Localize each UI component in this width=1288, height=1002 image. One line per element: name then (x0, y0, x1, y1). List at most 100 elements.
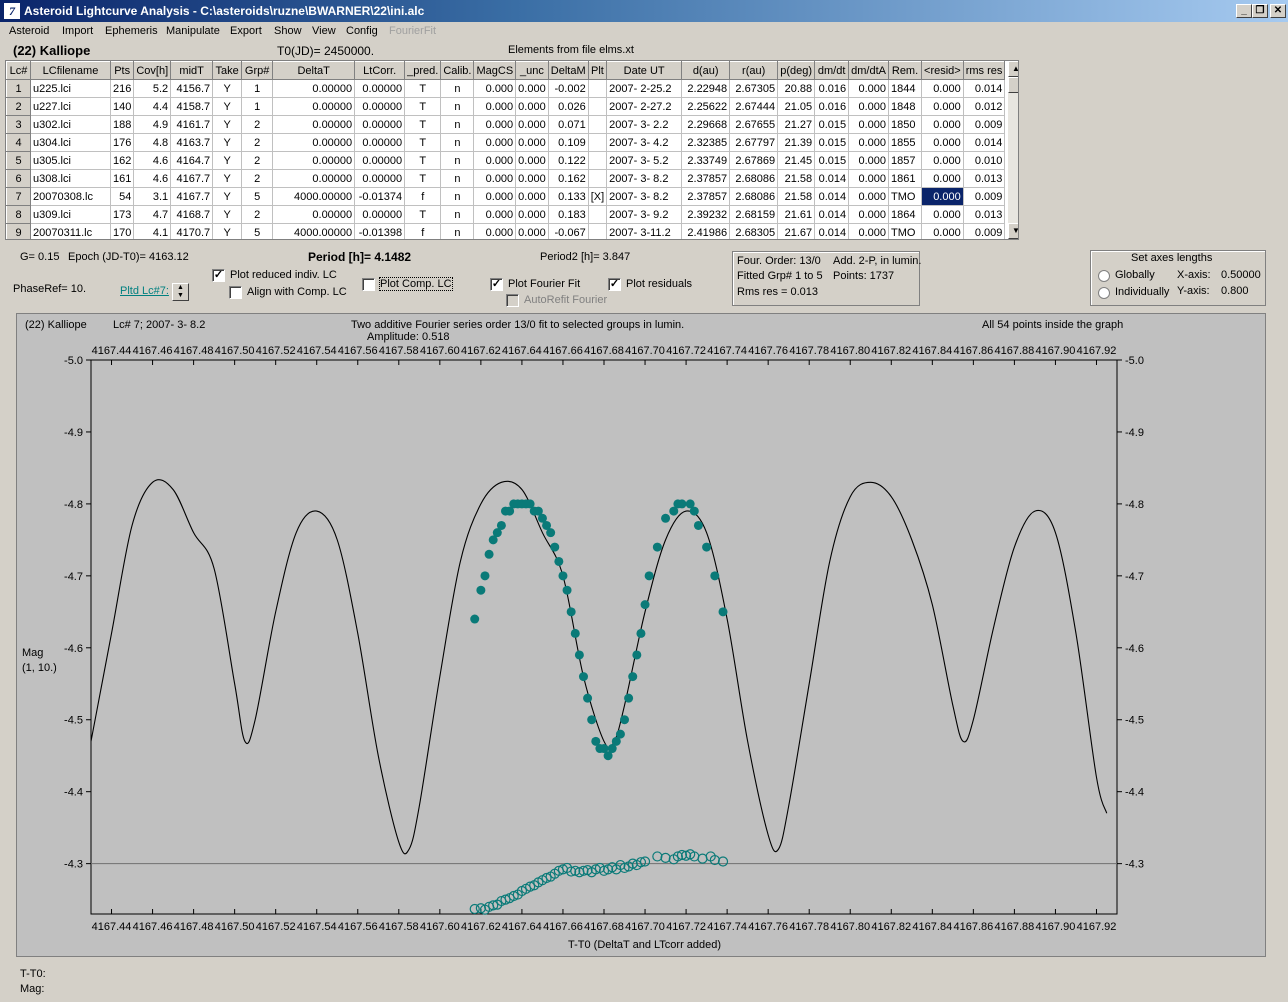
table-cell[interactable]: 0.162 (547, 169, 589, 188)
table-cell[interactable]: 216 (109, 79, 135, 98)
table-cell[interactable]: 0.00000 (272, 79, 356, 98)
row-header[interactable]: 6 (6, 169, 31, 188)
table-cell[interactable]: 2.25622 (681, 97, 731, 116)
table-cell[interactable]: T (404, 133, 442, 152)
table-cell[interactable]: 0.000 (921, 169, 964, 188)
column-header[interactable]: MagCS (473, 61, 517, 80)
table-cell[interactable]: T (404, 205, 442, 224)
table-cell[interactable]: 4161.7 (170, 115, 214, 134)
close-button[interactable]: ✕ (1270, 4, 1286, 18)
table-cell[interactable]: Y (212, 187, 243, 206)
table-cell[interactable]: 0.000 (921, 187, 964, 206)
menu-ephemeris[interactable]: Ephemeris (105, 25, 158, 37)
table-cell[interactable]: -0.067 (547, 223, 589, 239)
menu-export[interactable]: Export (230, 25, 262, 37)
xaxis-value[interactable]: 0.50000 (1221, 269, 1261, 281)
table-cell[interactable]: 4164.7 (170, 151, 214, 170)
column-header[interactable]: Take (212, 61, 243, 80)
menu-view[interactable]: View (312, 25, 336, 37)
column-header[interactable]: Plt (587, 61, 608, 80)
table-cell[interactable]: 5 (241, 187, 274, 206)
plot-fourier-checkbox[interactable]: ✓ (490, 278, 503, 291)
table-cell[interactable]: T (404, 97, 442, 116)
table-cell[interactable]: n (440, 133, 475, 152)
plot-reduced-checkbox[interactable]: ✓ (212, 269, 225, 282)
column-header[interactable]: Calib. (440, 61, 475, 80)
row-header[interactable]: 9 (6, 223, 31, 239)
table-cell[interactable]: Y (212, 151, 243, 170)
column-header[interactable]: dm/dtA (848, 61, 890, 80)
yaxis-value[interactable]: 0.800 (1221, 285, 1249, 297)
table-cell[interactable]: 0.000 (921, 205, 964, 224)
table-cell[interactable]: 0.000 (848, 205, 890, 224)
table-cell[interactable]: 1 (241, 97, 274, 116)
column-header[interactable]: DeltaT (272, 61, 356, 80)
table-cell[interactable]: 20.88 (777, 79, 816, 98)
table-cell[interactable]: 4.6 (133, 169, 172, 188)
table-cell[interactable]: 173 (109, 205, 135, 224)
table-cell[interactable]: 0.000 (921, 133, 964, 152)
table-cell[interactable]: 21.61 (777, 205, 816, 224)
table-cell[interactable]: 0.009 (962, 223, 1006, 239)
table-cell[interactable]: 2.39232 (681, 205, 731, 224)
column-header[interactable]: DeltaM (547, 61, 589, 80)
table-cell[interactable]: 2 (241, 205, 274, 224)
lightcurve-table[interactable]: Lc# LCfilename Pts Cov[h] midT Take Grp# DeltaT… (5, 60, 1019, 240)
plot-residuals-checkbox[interactable]: ✓ (608, 278, 621, 291)
table-cell[interactable]: 0.183 (547, 205, 589, 224)
table-cell[interactable]: 0.026 (547, 97, 589, 116)
table-cell[interactable]: n (440, 79, 475, 98)
table-cell[interactable]: 2007- 3- 5.2 (606, 151, 683, 170)
pltd-lc-link[interactable]: Pltd Lc#7: (120, 285, 169, 297)
phaseref-value[interactable]: PhaseRef= 10. (13, 283, 86, 295)
row-header[interactable]: 8 (6, 205, 31, 224)
table-cell[interactable]: 0.00000 (354, 133, 406, 152)
table-cell[interactable]: u302.lci (30, 115, 111, 134)
table-cell[interactable]: n (440, 151, 475, 170)
table-cell[interactable]: 0.014 (814, 187, 850, 206)
table-row[interactable]: 5 u305.lci 162 4.6 4164.7 Y 2 0.00000 0.00000 Tn 0… (6, 151, 1006, 170)
table-cell[interactable]: 2 (241, 133, 274, 152)
table-row[interactable]: 8 u309.lci 173 4.7 4168.7 Y 2 0.00000 0.00000 Tn 0… (6, 205, 1006, 224)
table-cell[interactable]: 0.000 (473, 79, 517, 98)
menu-config[interactable]: Config (346, 25, 378, 37)
table-cell[interactable]: 2.68305 (729, 223, 779, 239)
table-cell[interactable] (587, 97, 608, 116)
table-cell[interactable]: u225.lci (30, 79, 111, 98)
table-cell[interactable]: 0.000 (473, 115, 517, 134)
column-header[interactable]: Rem. (888, 61, 923, 80)
restore-button[interactable]: ❐ (1252, 4, 1268, 18)
column-header[interactable]: LtCorr. (354, 61, 406, 80)
app-icon[interactable]: 7 (4, 3, 20, 19)
table-cell[interactable]: Y (212, 169, 243, 188)
row-header[interactable]: 2 (6, 97, 31, 116)
table-cell[interactable]: 20070311.lc (30, 223, 111, 239)
table-cell[interactable]: 3.1 (133, 187, 172, 206)
table-cell[interactable]: 4168.7 (170, 205, 214, 224)
table-cell[interactable]: Y (212, 205, 243, 224)
table-cell[interactable]: 1844 (888, 79, 923, 98)
table-cell[interactable]: 0.000 (848, 223, 890, 239)
table-cell[interactable]: 4170.7 (170, 223, 214, 239)
table-cell[interactable]: -0.01374 (354, 187, 406, 206)
table-cell[interactable]: 2.33749 (681, 151, 731, 170)
table-cell[interactable]: 0.000 (515, 133, 549, 152)
column-header[interactable]: Grp# (241, 61, 274, 80)
table-cell[interactable]: 21.67 (777, 223, 816, 239)
table-cell[interactable]: 0.014 (814, 223, 850, 239)
table-cell[interactable]: 2 (241, 115, 274, 134)
table-cell[interactable]: 161 (109, 169, 135, 188)
table-cell[interactable]: 0.000 (515, 151, 549, 170)
table-cell[interactable]: 2.37857 (681, 187, 731, 206)
menu-manipulate[interactable]: Manipulate (166, 25, 220, 37)
table-cell[interactable]: 4167.7 (170, 187, 214, 206)
table-cell[interactable]: n (440, 205, 475, 224)
table-cell[interactable]: 1 (241, 79, 274, 98)
table-cell[interactable]: 2007- 3- 8.2 (606, 187, 683, 206)
table-row[interactable]: 7 20070308.lc 54 3.1 4167.7 Y 5 4000.00000 -0.01… (6, 187, 1006, 206)
menu-show[interactable]: Show (274, 25, 302, 37)
table-cell[interactable]: 0.000 (473, 133, 517, 152)
table-cell[interactable]: 1861 (888, 169, 923, 188)
table-cell[interactable]: 21.58 (777, 187, 816, 206)
table-cell[interactable]: 0.000 (921, 115, 964, 134)
